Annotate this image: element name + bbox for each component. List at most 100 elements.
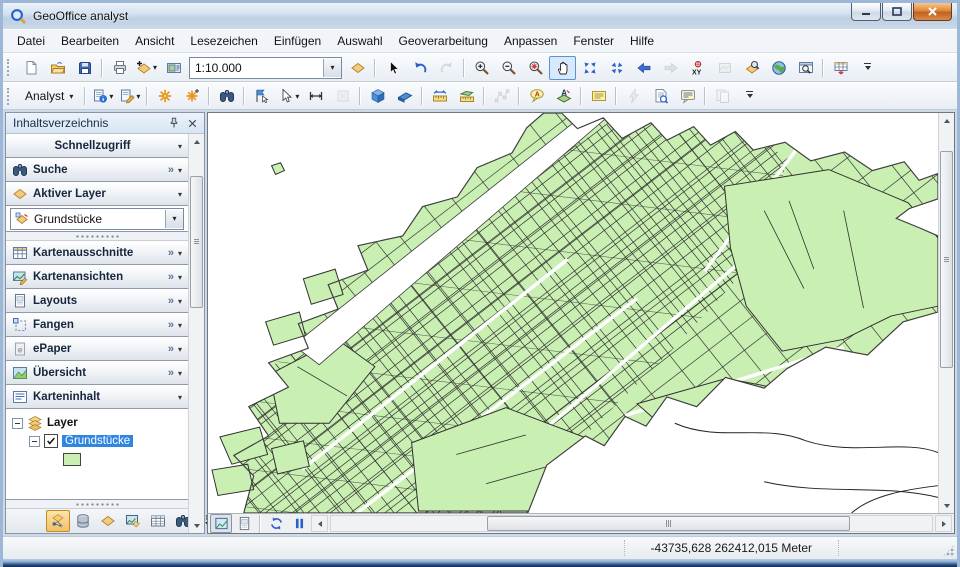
section-caret-icon[interactable]: ▾ <box>178 369 182 378</box>
menu-item-bearbeiten[interactable]: Bearbeiten <box>53 32 127 50</box>
menu-item-lesezeichen[interactable]: Lesezeichen <box>182 32 265 50</box>
refresh-button[interactable] <box>265 514 287 533</box>
search-layer-button[interactable] <box>738 56 765 80</box>
layer-symbol-swatch[interactable] <box>63 453 81 466</box>
section-jump-icon[interactable]: » <box>168 164 173 176</box>
section-caret-icon[interactable]: ▾ <box>178 393 182 402</box>
menu-item-geoverarbeitung[interactable]: Geoverarbeitung <box>391 32 496 50</box>
ruler-distance-button[interactable] <box>426 84 453 108</box>
scale-display-button[interactable] <box>160 56 187 80</box>
map-scroll-down-button[interactable] <box>939 498 954 513</box>
active-layer-combobox[interactable]: Grundstücke▾ <box>10 208 184 230</box>
label-classes-button[interactable]: A <box>550 84 577 108</box>
globe-button[interactable] <box>765 56 792 80</box>
copy-pages-button[interactable] <box>709 84 736 108</box>
section-schnellzugriff[interactable]: Schnellzugriff▾ <box>6 134 188 158</box>
active-layer-diamond-button[interactable] <box>344 56 371 80</box>
close-panel-icon[interactable] <box>184 115 201 131</box>
menu-item-anpassen[interactable]: Anpassen <box>496 32 565 50</box>
attribute-table-button[interactable] <box>146 510 170 532</box>
menu-item-fenster[interactable]: Fenster <box>565 32 622 50</box>
save-button[interactable] <box>71 56 98 80</box>
layer-visibility-checkbox[interactable] <box>44 434 58 448</box>
next-extent-button[interactable] <box>657 56 684 80</box>
section-caret-icon[interactable]: ▾ <box>178 190 182 199</box>
sidebar-scroll-down-button[interactable] <box>189 518 204 533</box>
active-layer-dropdown-button[interactable]: ▾ <box>165 210 183 228</box>
sidebar-scrollbar-thumb[interactable] <box>190 176 203 308</box>
sidebar-scroll-up-button[interactable] <box>189 134 204 149</box>
toolbar-grip[interactable] <box>7 88 13 105</box>
menu-item-auswahl[interactable]: Auswahl <box>329 32 390 50</box>
active-layer-diamond-button[interactable] <box>96 510 120 532</box>
add-data-button[interactable]: ▾ <box>133 56 160 80</box>
link-view-button[interactable] <box>46 510 70 532</box>
redo-button[interactable] <box>433 56 460 80</box>
tree-layer-row[interactable]: Grundstücke <box>12 432 186 450</box>
ruler-area-button[interactable] <box>453 84 480 108</box>
section-caret-icon[interactable]: ▾ <box>178 345 182 354</box>
section-caret-icon[interactable]: ▾ <box>178 249 182 258</box>
previous-extent-button[interactable] <box>630 56 657 80</box>
menu-item-hilfe[interactable]: Hilfe <box>622 32 662 50</box>
section-caret-icon[interactable]: ▾ <box>178 166 182 175</box>
toolbar-overflow-button[interactable] <box>736 84 763 108</box>
print-button[interactable] <box>106 56 133 80</box>
menu-item-ansicht[interactable]: Ansicht <box>127 32 182 50</box>
section-jump-icon[interactable]: » <box>168 367 173 379</box>
select-by-location-button[interactable] <box>248 84 275 108</box>
select-features-button[interactable]: ▾ <box>275 84 302 108</box>
tree-root-row[interactable]: Layer <box>12 414 186 432</box>
sketch-tool-2-button[interactable] <box>178 84 205 108</box>
minimize-button[interactable] <box>851 3 881 21</box>
map-canvas[interactable] <box>208 113 938 513</box>
section-jump-icon[interactable]: » <box>168 247 173 259</box>
report-doc-button[interactable] <box>647 84 674 108</box>
title-bar[interactable]: GeoOffice analyst <box>3 3 957 29</box>
surface-wedge-button[interactable] <box>391 84 418 108</box>
panel-splitter[interactable] <box>6 500 188 509</box>
layer-edit-button[interactable]: ▾ <box>116 84 143 108</box>
undo-button[interactable] <box>406 56 433 80</box>
label-balloon-button[interactable]: A <box>523 84 550 108</box>
zoom-out-button[interactable] <box>495 56 522 80</box>
toc-panel-header[interactable]: Inhaltsverzeichnis <box>6 113 204 134</box>
map-horizontal-scrollbar[interactable] <box>330 515 933 532</box>
map-monitor-button[interactable] <box>121 510 145 532</box>
section-suche[interactable]: Suche»▾ <box>6 158 188 182</box>
fixed-zoom-out-button[interactable] <box>603 56 630 80</box>
edit-vertices-button[interactable] <box>488 84 515 108</box>
map-vertical-scrollbar[interactable] <box>938 113 954 513</box>
toolbar-overflow-button[interactable] <box>854 56 881 80</box>
map-scroll-up-button[interactable] <box>939 113 954 128</box>
maximize-button[interactable] <box>882 3 912 21</box>
collapse-icon[interactable] <box>12 418 23 429</box>
collapse-icon[interactable] <box>29 436 40 447</box>
measure-distance-button[interactable] <box>302 84 329 108</box>
layer-label[interactable]: Grundstücke <box>62 435 133 447</box>
text-note-button[interactable] <box>585 84 612 108</box>
h-scrollbar-thumb[interactable] <box>487 516 850 531</box>
map-v-scrollbar-thumb[interactable] <box>940 151 953 368</box>
section-karteninhalt[interactable]: Karteninhalt▾ <box>6 385 188 409</box>
toolbar-grip[interactable] <box>7 59 13 76</box>
hyperlink-lightning-button[interactable] <box>620 84 647 108</box>
analyst-menu-button[interactable]: Analyst▾ <box>17 84 81 108</box>
pan-button[interactable] <box>549 56 576 80</box>
html-popup-button[interactable] <box>674 84 701 108</box>
section-kartenansichten[interactable]: Kartenansichten»▾ <box>6 265 188 289</box>
data-view-button[interactable] <box>210 514 232 533</box>
zoom-full-extent-button[interactable] <box>522 56 549 80</box>
table-export-button[interactable] <box>827 56 854 80</box>
select-cursor-button[interactable] <box>379 56 406 80</box>
scale-combobox[interactable]: 1:10.000▾ <box>189 57 342 79</box>
section-caret-icon[interactable]: ▾ <box>178 142 182 151</box>
section-caret-icon[interactable]: ▾ <box>178 321 182 330</box>
map-scroll-left-button[interactable] <box>311 515 328 532</box>
sketch-tool-button[interactable] <box>151 84 178 108</box>
scale-dropdown-button[interactable]: ▾ <box>323 59 341 77</box>
section-layouts[interactable]: Layouts»▾ <box>6 289 188 313</box>
section-uebersicht[interactable]: Übersicht»▾ <box>6 361 188 385</box>
fixed-zoom-in-button[interactable] <box>576 56 603 80</box>
section-fangen[interactable]: Fangen»▾ <box>6 313 188 337</box>
